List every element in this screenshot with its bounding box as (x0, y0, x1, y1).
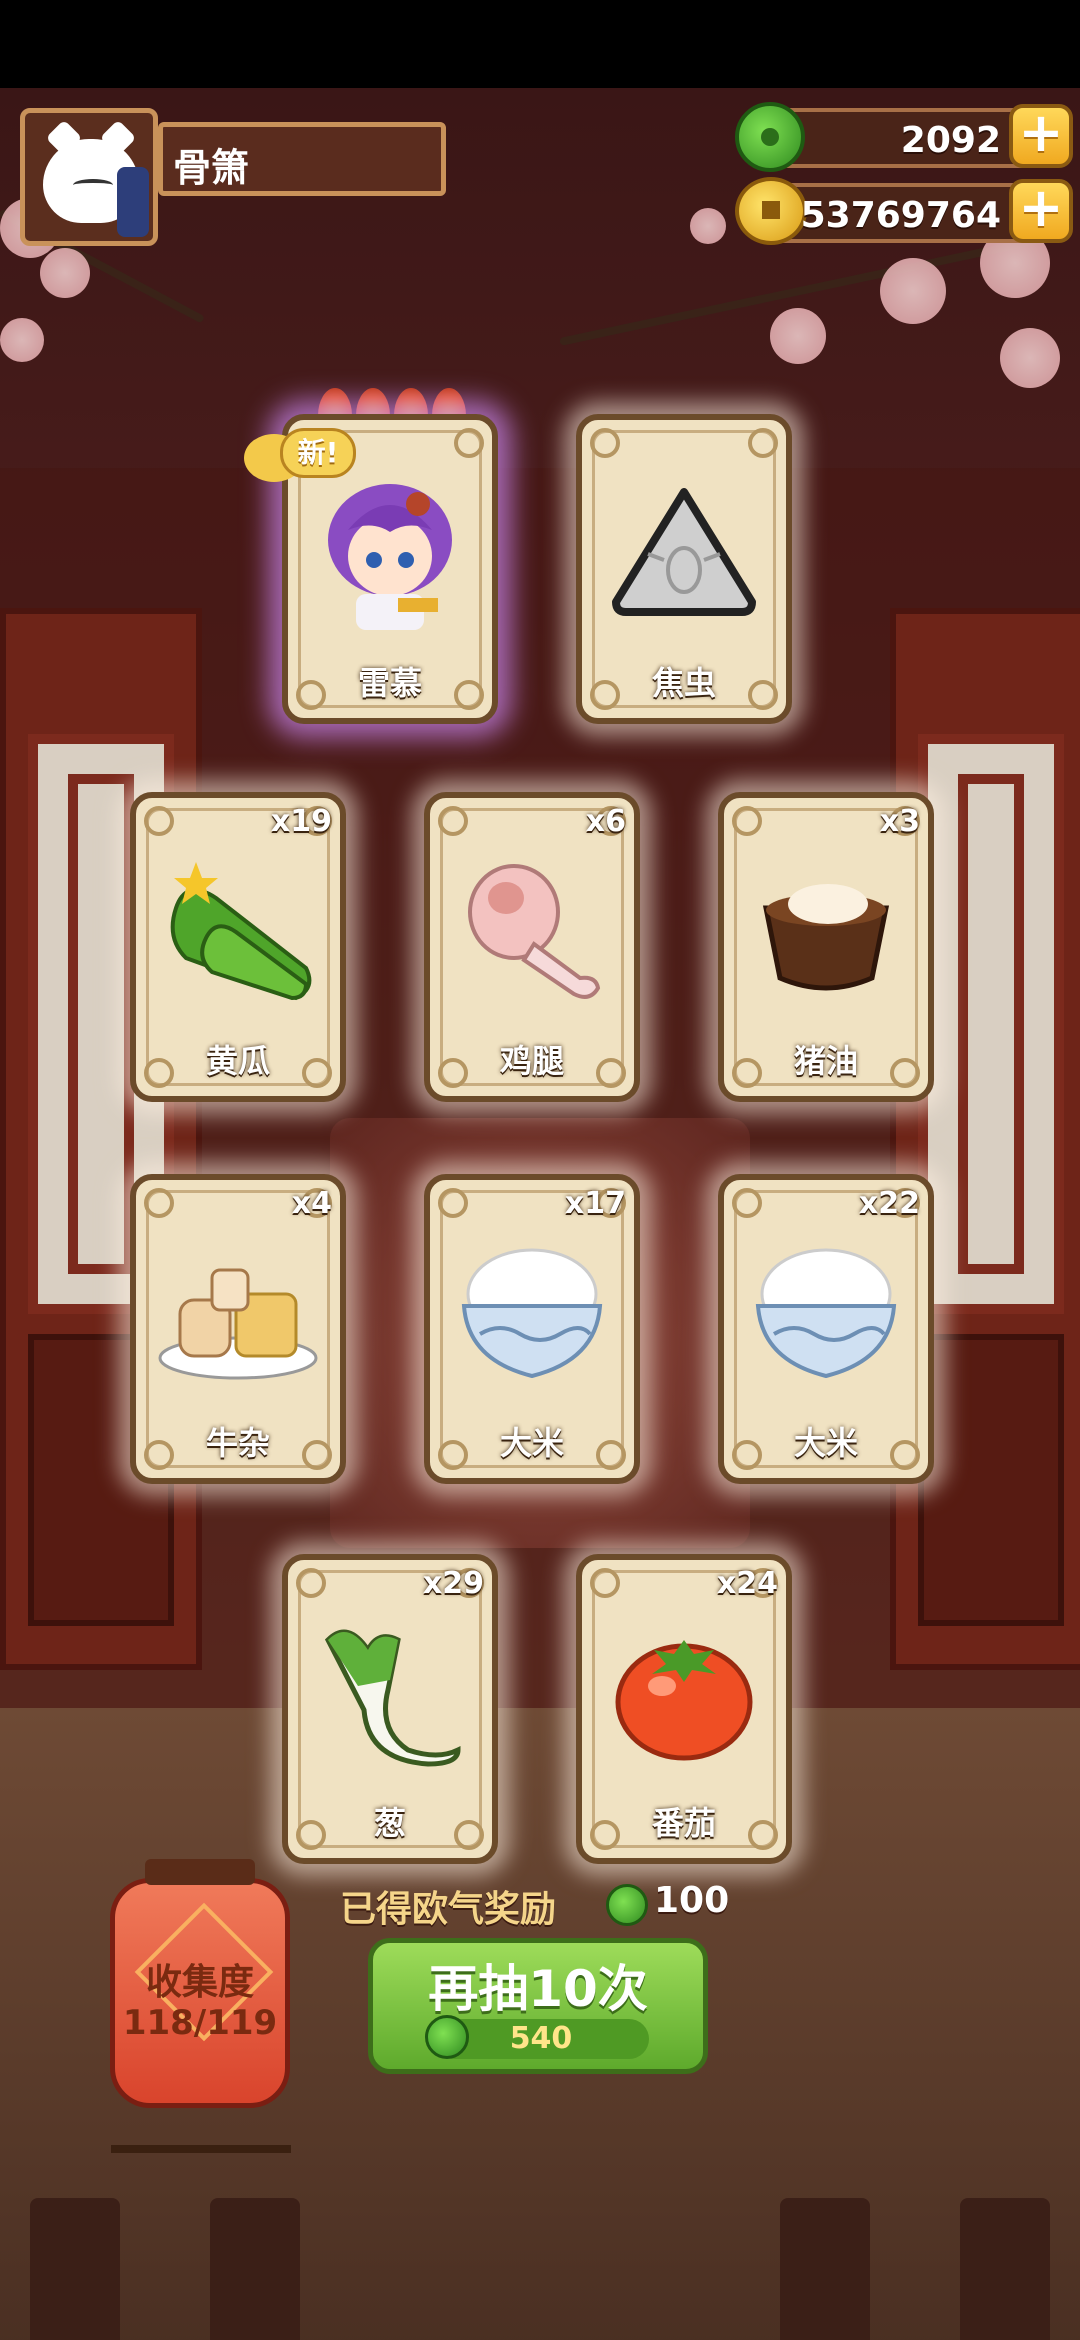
blossom-flower (880, 258, 946, 324)
card-label: 牛杂 (205, 1424, 270, 1462)
blossom-flower (1000, 328, 1060, 388)
lard-bowl-icon (762, 884, 890, 991)
player-name: 骨箫 (173, 146, 250, 190)
beef-offal-plate-icon (158, 1268, 318, 1380)
card-label: 鸡腿 (499, 1042, 564, 1080)
left-lattice-window (0, 608, 202, 1670)
add-coins-button[interactable]: + (1009, 179, 1073, 243)
draw-again-button[interactable]: 再抽10次 540 (368, 1938, 708, 2074)
card-label: 番茄 (651, 1804, 716, 1842)
card-label: 葱 (373, 1804, 406, 1842)
card-label: 黄瓜 (205, 1042, 270, 1080)
draw-cost-value: 540 (509, 2021, 573, 2056)
triangle-bug-icon (612, 488, 756, 616)
card-count: x4 (291, 1186, 332, 1221)
card-count: x3 (879, 804, 920, 839)
card-label: 猪油 (793, 1042, 858, 1080)
blossom-flower (40, 248, 90, 298)
card-label: 雷慕 (357, 664, 422, 702)
reward-label: 已得欧气奖励 (340, 1889, 557, 1930)
coin-currency: 53769764 + (735, 177, 1073, 245)
player-name-plate: 骨箫 (158, 122, 446, 196)
jade-icon (735, 102, 805, 172)
tomato-icon (615, 1640, 753, 1761)
card-5[interactable]: x4 牛杂 (130, 1174, 346, 1484)
draw-again-label: 再抽10次 (428, 1960, 648, 2018)
right-lattice-window (890, 608, 1080, 1670)
new-badge: 新! (244, 428, 362, 486)
collection-value: 118/119 (122, 2003, 278, 2043)
blossom-flower (770, 308, 826, 364)
jade-icon (606, 1884, 648, 1926)
card-2[interactable]: x19 黄瓜 (130, 792, 346, 1102)
blossom-flower (690, 208, 726, 244)
rice-bowl-icon (461, 1248, 603, 1379)
player-avatar[interactable] (20, 108, 158, 246)
coin-icon (735, 177, 807, 245)
reward-value: 100 (654, 1880, 730, 1921)
jade-amount: 2092 (900, 120, 1001, 161)
card-count: x19 (270, 804, 332, 839)
card-7[interactable]: x22 大米 (718, 1174, 934, 1484)
rice-bowl-icon (755, 1248, 897, 1379)
collection-label: 收集度 (145, 1962, 254, 2003)
card-count: x6 (585, 804, 626, 839)
card-count: x29 (422, 1566, 484, 1601)
scallion-icon (324, 1629, 461, 1767)
status-bar (0, 0, 1080, 88)
card-9[interactable]: x24 番茄 (576, 1554, 792, 1864)
coin-amount: 53769764 (800, 195, 1001, 236)
card-3[interactable]: x6 鸡腿 (424, 792, 640, 1102)
draw-cost: 540 (425, 2015, 649, 2059)
card-label: 大米 (499, 1424, 564, 1462)
cucumber-icon (170, 862, 312, 1001)
blossom-flower (0, 318, 44, 362)
card-label: 大米 (793, 1424, 858, 1462)
card-count: x17 (564, 1186, 626, 1221)
card-1[interactable]: 焦虫 (576, 414, 792, 724)
card-label: 焦虫 (651, 664, 716, 702)
card-6[interactable]: x17 大米 (424, 1174, 640, 1484)
new-badge-text: 新! (280, 428, 356, 478)
card-count: x22 (858, 1186, 920, 1221)
card-4[interactable]: x3 猪油 (718, 792, 934, 1102)
jade-currency: 2092 + (735, 102, 1073, 172)
collection-lantern[interactable]: 收集度 118/119 (110, 1859, 291, 2153)
chicken-leg-icon (468, 864, 601, 999)
card-count: x24 (716, 1566, 778, 1601)
card-8[interactable]: x29 葱 (282, 1554, 498, 1864)
add-jade-button[interactable]: + (1009, 104, 1073, 168)
purple-hair-girl-icon (328, 484, 452, 630)
